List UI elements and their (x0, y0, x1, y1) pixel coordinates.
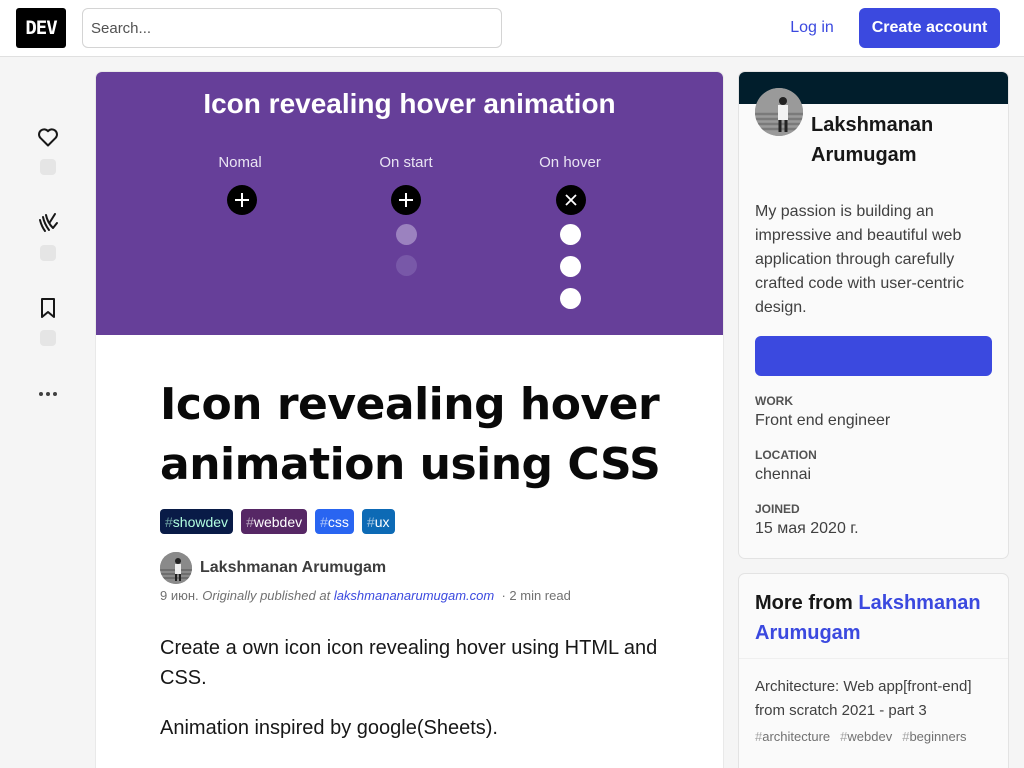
tag-ux[interactable]: # ux (361, 509, 395, 534)
article-card: Icon revealing hover animation Nomal On … (96, 72, 723, 768)
profile-detail-location: LOCATION chennai (755, 448, 817, 483)
profile-bio: My passion is building an impressive and… (755, 203, 964, 316)
author-row: Lakshmanan Arumugam (160, 552, 680, 584)
revealed-dot (560, 256, 581, 277)
avatar[interactable] (160, 552, 192, 584)
profile-detail-joined: JOINED 15 мая 2020 г. (755, 502, 859, 537)
tag-showdev[interactable]: # showdev (160, 509, 234, 534)
revealed-dot (560, 288, 581, 309)
heart-count (40, 159, 56, 175)
unicorn-reaction-button[interactable] (28, 211, 68, 261)
list-item[interactable]: Architecture: Web app[front-end] from sc… (739, 659, 1008, 760)
revealing-dot (396, 224, 417, 245)
bookmark-count (40, 330, 56, 346)
author-profile-card: Lakshmanan Arumugam My passion is buildi… (739, 72, 1008, 558)
more-item-title[interactable]: Architecture: Web app[front-end] from sc… (755, 675, 992, 723)
plus-icon (391, 185, 421, 215)
cover-image: Icon revealing hover animation Nomal On … (96, 72, 723, 335)
bookmark-icon (41, 298, 55, 318)
tag-webdev[interactable]: #webdev (241, 509, 308, 534)
profile-detail-work: WORK Front end engineer (755, 394, 891, 429)
close-icon (556, 185, 586, 215)
article-paragraph: Animation inspired by google(Sheets). (160, 717, 498, 739)
article-meta: 9 июн. Originally published at lakshmana… (160, 588, 571, 603)
plus-icon (227, 185, 257, 215)
more-horizontal-icon[interactable] (36, 382, 60, 406)
follow-button[interactable] (755, 336, 992, 376)
bookmark-reaction-button[interactable] (28, 296, 68, 346)
unicorn-count (40, 245, 56, 261)
original-source-link[interactable]: lakshmananarumugam.com (334, 588, 494, 603)
revealing-dot (396, 255, 417, 276)
more-from-card: More from Lakshmanan Arumugam Architectu… (739, 574, 1008, 768)
revealed-dot (560, 224, 581, 245)
tag-list: # showdev # webdev # css # ux (160, 509, 680, 534)
create-account-button[interactable]: Create account (859, 8, 1000, 48)
article-body: Icon revealing hover animation using CSS… (160, 335, 680, 743)
top-header: DEV Log in Create account (0, 0, 1024, 57)
heart-reaction-button[interactable] (28, 125, 68, 175)
cover-title: Icon revealing hover animation (203, 88, 616, 119)
tag-architecture[interactable]: #architecture (755, 729, 830, 744)
tag-css[interactable]: # css (315, 509, 354, 534)
search-input[interactable] (82, 8, 502, 48)
tag-beginners[interactable]: #beginners (902, 729, 966, 744)
avatar[interactable] (755, 88, 803, 136)
article-title: Icon revealing hover animation using CSS (160, 379, 661, 490)
cover-label-on-hover: On hover (539, 154, 601, 171)
more-item-tags: #architecture #webdev #beginners (755, 729, 992, 744)
published-prefix: Originally published at (202, 588, 331, 603)
heart-icon (38, 128, 58, 147)
tag-webdev[interactable]: #webdev (840, 729, 892, 744)
article-paragraph: Create a own icon icon revealing hover u… (160, 637, 658, 689)
author-name[interactable]: Lakshmanan Arumugam (200, 559, 386, 577)
cover-label-normal: Nomal (218, 154, 262, 171)
profile-name[interactable]: Lakshmanan Arumugam (811, 110, 991, 170)
publish-date: 9 июн. (160, 588, 199, 603)
cover-label-on-start: On start (379, 154, 433, 171)
more-from-heading: More from Lakshmanan Arumugam (739, 574, 1008, 659)
read-time: 2 min read (509, 588, 571, 603)
dev-logo[interactable]: DEV (16, 8, 66, 48)
login-link[interactable]: Log in (776, 8, 848, 48)
unicorn-icon (39, 213, 58, 232)
